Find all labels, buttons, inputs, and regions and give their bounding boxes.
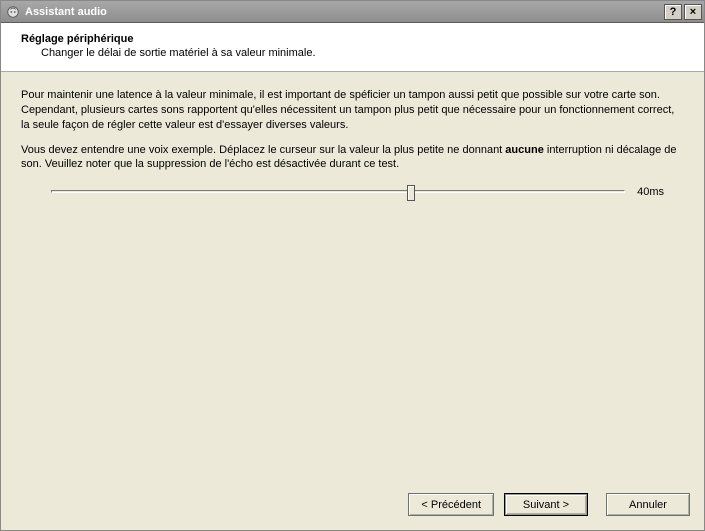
- title-buttons: ? ×: [664, 4, 702, 20]
- content-area: Pour maintenir une latence à la valeur m…: [1, 72, 704, 483]
- footer-buttons: < Précédent Suivant > Annuler: [1, 483, 704, 530]
- window-title: Assistant audio: [25, 6, 664, 18]
- latency-slider-row: 40ms: [51, 182, 684, 202]
- titlebar: Assistant audio ? ×: [1, 1, 704, 23]
- paragraph-2: Vous devez entendre une voix exemple. Dé…: [21, 143, 684, 173]
- header-panel: Réglage périphérique Changer le délai de…: [1, 23, 704, 72]
- slider-value-label: 40ms: [637, 185, 664, 200]
- app-icon: [5, 4, 21, 20]
- next-button[interactable]: Suivant >: [504, 493, 588, 516]
- slider-track: [51, 190, 625, 193]
- paragraph-2-bold: aucune: [505, 144, 544, 156]
- back-button[interactable]: < Précédent: [408, 493, 494, 516]
- help-button[interactable]: ?: [664, 4, 682, 20]
- cancel-button[interactable]: Annuler: [606, 493, 690, 516]
- slider-thumb[interactable]: [407, 185, 415, 201]
- latency-slider[interactable]: [51, 182, 625, 202]
- close-button[interactable]: ×: [684, 4, 702, 20]
- page-subtitle: Changer le délai de sortie matériel à sa…: [41, 47, 684, 59]
- paragraph-1: Pour maintenir une latence à la valeur m…: [21, 88, 684, 133]
- page-title: Réglage périphérique: [21, 33, 684, 45]
- paragraph-2a: Vous devez entendre une voix exemple. Dé…: [21, 144, 505, 156]
- wizard-window: Assistant audio ? × Réglage périphérique…: [0, 0, 705, 531]
